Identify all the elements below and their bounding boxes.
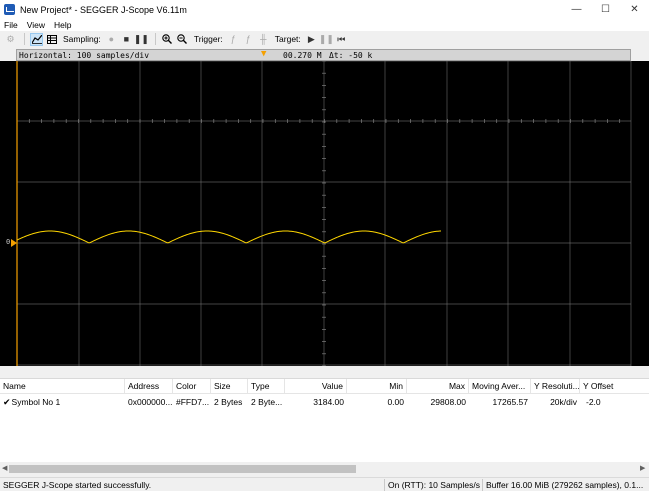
scope-canvas xyxy=(11,61,632,366)
column-y-resolution[interactable]: Y Resoluti... xyxy=(531,379,580,394)
trigger-falling-edge-icon[interactable]: ƒ xyxy=(242,33,255,46)
horizontal-scale-label: Horizontal: 100 samples/div xyxy=(19,51,150,60)
zoom-out-icon[interactable] xyxy=(176,33,189,46)
scroll-left-icon[interactable]: ◀ xyxy=(2,464,7,472)
status-divider xyxy=(384,479,385,491)
column-min[interactable]: Min xyxy=(347,379,407,394)
buffer-status: Buffer 16.00 MiB (279262 samples), 0.1..… xyxy=(486,480,644,490)
delta-t-value: Δt: -50 k xyxy=(329,51,373,60)
target-label: Target: xyxy=(274,34,301,44)
size-cell: 2 Bytes xyxy=(214,397,243,407)
column-size[interactable]: Size xyxy=(211,379,248,394)
symbol-name-cell[interactable]: ✔Symbol No 1 xyxy=(0,395,125,409)
scope-plot[interactable]: 0 xyxy=(0,61,649,366)
close-button[interactable]: ✕ xyxy=(620,0,649,19)
scrollbar-thumb[interactable] xyxy=(9,465,356,473)
jscope-app-icon xyxy=(4,4,15,15)
color-cell[interactable]: #FFD7... xyxy=(173,395,211,409)
table-row[interactable]: ✔Symbol No 1 0x000000... #FFD7... 2 Byte… xyxy=(0,395,649,409)
window-title: New Project* - SEGGER J-Scope V6.11m xyxy=(20,4,187,15)
menu-help[interactable]: Help xyxy=(54,20,71,30)
value-cell: 3184.00 xyxy=(313,397,344,407)
zero-level-marker-icon xyxy=(11,239,17,247)
trigger-both-edges-icon[interactable]: ╫ xyxy=(257,33,270,46)
scope-horizontal-bar: Horizontal: 100 samples/div ▼ 00.270 M Δ… xyxy=(16,49,631,61)
y-offset-cell[interactable]: -2.0 xyxy=(583,395,649,409)
scroll-right-icon[interactable]: ▶ xyxy=(640,464,645,472)
zoom-in-icon[interactable] xyxy=(161,33,174,46)
trigger-label: Trigger: xyxy=(193,34,223,44)
target-run-icon[interactable]: ▶ xyxy=(305,33,318,46)
target-pause-icon[interactable]: ❚❚ xyxy=(319,33,334,46)
column-name[interactable]: Name xyxy=(0,379,125,394)
menu-file[interactable]: File xyxy=(4,20,18,30)
max-cell: 29808.00 xyxy=(430,397,466,407)
stop-icon[interactable]: ■ xyxy=(120,33,133,46)
scope-view-icon[interactable] xyxy=(30,32,43,46)
moving-average-cell: 17265.57 xyxy=(492,397,528,407)
column-address[interactable]: Address xyxy=(125,379,173,394)
zero-level-label: 0 xyxy=(6,238,11,246)
checkmark-icon[interactable]: ✔ xyxy=(3,395,11,409)
settings-gear-icon[interactable]: ⚙ xyxy=(4,33,17,46)
pause-icon[interactable]: ❚❚ xyxy=(134,33,149,46)
toolbar-separator xyxy=(154,33,156,45)
record-icon[interactable]: ● xyxy=(105,33,118,46)
menu-bar: File View Help xyxy=(0,19,649,31)
status-divider xyxy=(482,479,483,491)
column-moving-average[interactable]: Moving Aver... xyxy=(469,379,531,394)
toolbar-separator xyxy=(24,33,25,45)
minimize-button[interactable]: — xyxy=(562,0,591,19)
sampling-label: Sampling: xyxy=(63,34,101,44)
column-y-offset[interactable]: Y Offset xyxy=(580,379,649,394)
symbol-table: Name Address Color Size Type Value Min M… xyxy=(0,378,649,462)
table-header: Name Address Color Size Type Value Min M… xyxy=(0,379,649,394)
trigger-marker-icon[interactable]: ▼ xyxy=(261,49,266,59)
horizontal-scrollbar[interactable]: ◀ ▶ xyxy=(0,462,649,476)
maximize-button[interactable]: ☐ xyxy=(591,0,620,19)
target-reset-icon[interactable]: ⏮ xyxy=(335,33,348,46)
status-message: SEGGER J-Scope started successfully. xyxy=(3,480,152,490)
toolbar: ⚙ Sampling: ● ■ ❚❚ Trigger: ƒ ƒ ╫ Target… xyxy=(0,31,649,47)
column-value[interactable]: Value xyxy=(285,379,347,394)
title-bar: New Project* - SEGGER J-Scope V6.11m — ☐… xyxy=(0,0,649,19)
menu-view[interactable]: View xyxy=(27,20,45,30)
column-type[interactable]: Type xyxy=(248,379,285,394)
table-view-icon[interactable] xyxy=(45,33,58,46)
rtt-status: On (RTT): 10 Samples/s xyxy=(388,480,480,490)
min-cell: 0.00 xyxy=(387,397,404,407)
status-bar: SEGGER J-Scope started successfully. On … xyxy=(0,477,649,491)
column-max[interactable]: Max xyxy=(407,379,469,394)
y-resolution-cell[interactable]: 20k/div xyxy=(531,395,580,409)
trigger-rising-edge-icon[interactable]: ƒ xyxy=(227,33,240,46)
type-cell: 2 Byte... xyxy=(251,397,283,407)
signal-trace xyxy=(16,230,442,244)
column-color[interactable]: Color xyxy=(173,379,211,394)
address-cell: 0x000000... xyxy=(128,397,173,407)
cursor-position-value: 00.270 M xyxy=(283,51,322,60)
